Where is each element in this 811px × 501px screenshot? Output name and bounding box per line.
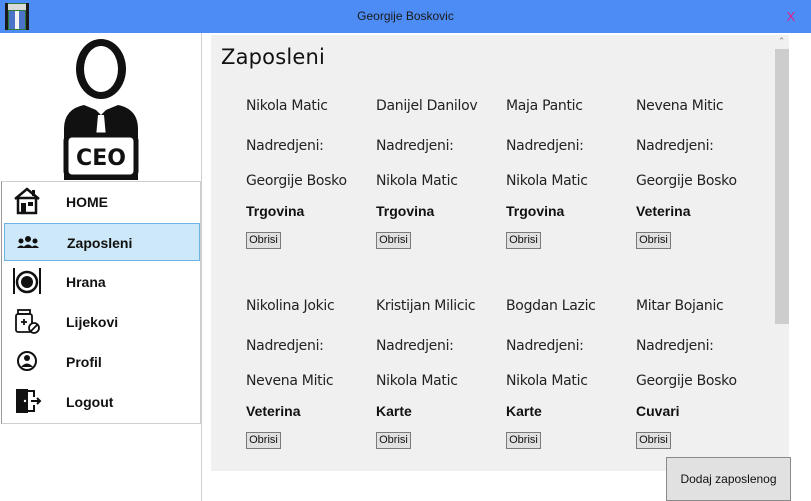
supervisor-name: Nikola Matic: [506, 173, 588, 189]
department-label: Veterina: [246, 403, 301, 419]
title-bar[interactable]: Georgije Boskovic X: [0, 0, 811, 33]
employee-card: Bogdan Lazic Nadredjeni: Nikola Matic Karte…: [506, 298, 634, 458]
window-title: Georgije Boskovic: [357, 9, 454, 23]
employees-panel: Zaposleni Nikola Matic Nadredjeni: Georgij…: [211, 35, 789, 471]
department-label: Karte: [506, 403, 542, 419]
department-label: Karte: [376, 403, 412, 419]
employee-card: Mitar Bojanic Nadredjeni: Georgije Bosko Cu…: [636, 298, 764, 458]
sidebar-nav: HOME Zaposleni Hrana Lijekovi Profil Log…: [1, 181, 201, 424]
sidebar-item-label: Zaposleni: [67, 235, 133, 251]
supervisor-name: Nikola Matic: [376, 373, 458, 389]
medicine-icon: [15, 309, 40, 334]
delete-button[interactable]: Obrisi: [636, 232, 671, 249]
employee-name: Bogdan Lazic: [506, 298, 596, 314]
employee-card: Danijel Danilov Nadredjeni: Nikola Matic Tr…: [376, 98, 504, 258]
sidebar-item-logout[interactable]: Logout: [4, 383, 200, 421]
sidebar-item-label: Profil: [66, 354, 102, 370]
delete-button[interactable]: Obrisi: [376, 232, 411, 249]
employee-name: Kristijan Milicic: [376, 298, 476, 314]
supervisor-label: Nadredjeni:: [246, 138, 324, 154]
sidebar-item-label: Logout: [66, 394, 114, 410]
delete-button[interactable]: Obrisi: [506, 432, 541, 449]
employee-card: Nikola Matic Nadredjeni: Georgije Bosko Trg…: [246, 98, 374, 258]
sidebar-item-label: HOME: [66, 194, 108, 210]
page-title: Zaposleni: [221, 45, 326, 69]
sidebar-item-profil[interactable]: Profil: [4, 343, 200, 381]
employee-card: Kristijan Milicic Nadredjeni: Nikola Matic…: [376, 298, 504, 458]
sidebar-item-zaposleni[interactable]: Zaposleni: [4, 223, 200, 261]
employee-name: Maja Pantic: [506, 98, 583, 114]
employee-card: Nikolina Jokic Nadredjeni: Nevena Mitic Vet…: [246, 298, 374, 458]
supervisor-name: Nikola Matic: [506, 373, 588, 389]
employee-name: Nevena Mitic: [636, 98, 724, 114]
add-employee-button[interactable]: Dodaj zaposlenog: [666, 457, 791, 501]
supervisor-name: Georgije Bosko: [636, 373, 737, 389]
supervisor-label: Nadredjeni:: [376, 138, 454, 154]
department-label: Trgovina: [376, 203, 435, 219]
home-icon: [14, 187, 40, 215]
employee-card: Maja Pantic Nadredjeni: Nikola Matic Trgovi…: [506, 98, 634, 258]
delete-button[interactable]: Obrisi: [246, 232, 281, 249]
main-content: Zaposleni Nikola Matic Nadredjeni: Georgij…: [211, 33, 811, 501]
supervisor-name: Georgije Bosko: [636, 173, 737, 189]
employee-name: Nikola Matic: [246, 98, 328, 114]
supervisor-name: Nikola Matic: [376, 173, 458, 189]
logout-icon: [16, 389, 42, 413]
sidebar-item-label: Hrana: [66, 274, 106, 290]
supervisor-label: Nadredjeni:: [636, 338, 714, 354]
supervisor-name: Georgije Bosko: [246, 173, 347, 189]
supervisor-label: Nadredjeni:: [246, 338, 324, 354]
delete-button[interactable]: Obrisi: [636, 432, 671, 449]
department-label: Trgovina: [506, 203, 565, 219]
vertical-scrollbar[interactable]: ⌃: [774, 35, 789, 471]
sidebar: CEO HOME Zaposleni Hrana Lijekovi Profil…: [0, 33, 202, 501]
employee-name: Mitar Bojanic: [636, 298, 724, 314]
ceo-logo-text: CEO: [76, 146, 126, 171]
department-label: Cuvari: [636, 403, 680, 419]
sidebar-item-label: Lijekovi: [66, 314, 119, 330]
employee-card: Nevena Mitic Nadredjeni: Georgije Bosko Vet…: [636, 98, 764, 258]
supervisor-label: Nadredjeni:: [636, 138, 714, 154]
supervisor-label: Nadredjeni:: [506, 138, 584, 154]
department-label: Trgovina: [246, 203, 305, 219]
scroll-thumb[interactable]: [775, 49, 789, 324]
department-label: Veterina: [636, 203, 691, 219]
sidebar-item-hrana[interactable]: Hrana: [4, 263, 200, 301]
people-icon: [17, 236, 39, 248]
supervisor-label: Nadredjeni:: [506, 338, 584, 354]
profile-icon: [17, 351, 37, 371]
employee-name: Danijel Danilov: [376, 98, 478, 114]
ceo-logo-icon: CEO: [63, 39, 139, 180]
delete-button[interactable]: Obrisi: [506, 232, 541, 249]
supervisor-name: Nevena Mitic: [246, 373, 334, 389]
scroll-up-icon[interactable]: ⌃: [774, 35, 789, 49]
employee-name: Nikolina Jokic: [246, 298, 335, 314]
close-button[interactable]: X: [771, 0, 811, 33]
supervisor-label: Nadredjeni:: [376, 338, 454, 354]
delete-button[interactable]: Obrisi: [376, 432, 411, 449]
sidebar-item-home[interactable]: HOME: [4, 183, 200, 221]
app-window: Georgije Boskovic X CEO HOME Zaposleni H…: [0, 0, 811, 501]
delete-button[interactable]: Obrisi: [246, 432, 281, 449]
food-icon: [13, 268, 41, 294]
sidebar-item-lijekovi[interactable]: Lijekovi: [4, 303, 200, 341]
